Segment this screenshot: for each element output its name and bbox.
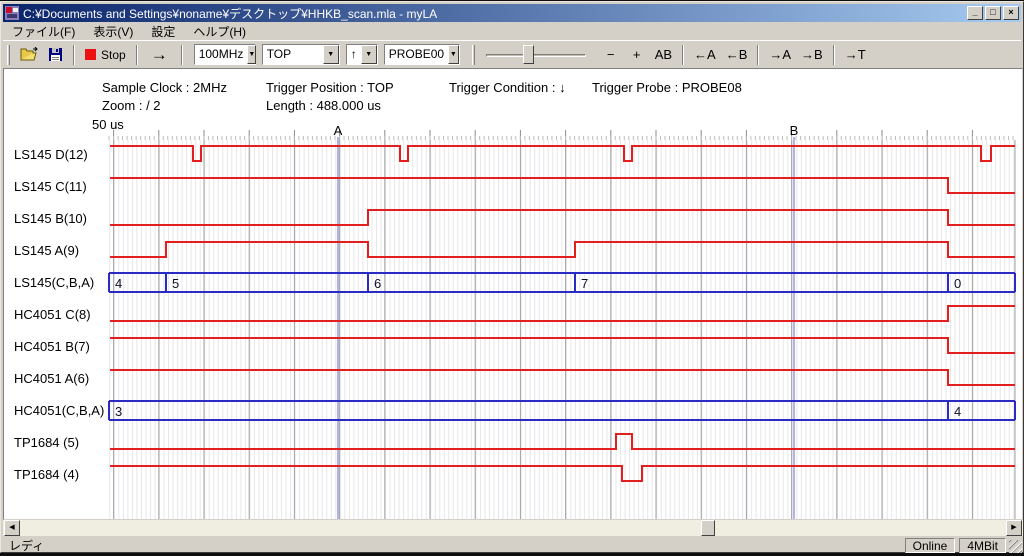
length-info: Length : 488.000 us [266,98,381,113]
scrollbar-thumb[interactable] [701,520,715,536]
stop-icon [85,49,96,60]
toolbar-grip[interactable] [472,45,475,65]
close-button[interactable]: × [1003,6,1019,20]
status-ready-text: レディ [3,537,901,554]
run-arrow-icon: → [151,46,168,63]
menu-help[interactable]: ヘルプ(H) [184,21,255,42]
trigger-edge-combo[interactable]: ↑ ▼ [346,44,378,65]
maximize-button[interactable]: □ [985,6,1001,20]
menu-file[interactable]: ファイル(F) [3,21,84,42]
svg-text:A: A [334,123,343,138]
sample-clock-value: 100MHz [195,45,248,64]
toolbar-separator [757,45,759,65]
zoom-slider[interactable] [486,43,586,67]
goto-trigger-button[interactable]: →T [840,43,871,67]
stop-label: Stop [101,48,126,62]
waveform-plot[interactable]: 50 us A B 4 5 6 7 0 3 4 [4,115,1023,520]
svg-text:7: 7 [581,276,588,291]
zoom-in-button[interactable]: + [624,43,650,67]
trigger-probe-value: PROBE00 [385,45,448,64]
svg-text:B: B [790,123,799,138]
app-icon [5,6,19,20]
goto-marker-a-button[interactable]: →A [764,43,796,67]
chevron-down-icon[interactable]: ▼ [448,45,459,64]
horizontal-scrollbar[interactable]: ◀ ▶ [3,520,1023,536]
trigger-position-info: Trigger Position : TOP [266,80,394,95]
trigger-position-value: TOP [263,45,295,64]
toolbar-separator [682,45,684,65]
online-status-badge: Online [905,538,956,553]
trigger-probe-combo[interactable]: PROBE00 ▼ [384,44,460,65]
resize-grip[interactable] [1009,540,1022,553]
scroll-left-icon[interactable]: ◀ [4,520,20,536]
menu-bar: ファイル(F) 表示(V) 設定 ヘルプ(H) [3,22,1021,40]
set-marker-b-button[interactable]: ←B [721,43,753,67]
scroll-right-icon[interactable]: ▶ [1006,520,1022,536]
svg-text:4: 4 [954,404,961,419]
open-file-button[interactable] [15,43,43,67]
waveform-client-area: Sample Clock : 2MHz Trigger Position : T… [3,68,1023,520]
trigger-edge-value: ↑ [347,45,361,64]
chevron-down-icon[interactable]: ▼ [247,45,256,64]
svg-text:5: 5 [172,276,179,291]
zoom-out-button[interactable]: − [598,43,624,67]
toolbar: Stop → 100MHz ▼ TOP ▼ ↑ ▼ PROBE00 ▼ − + [3,40,1021,68]
goto-marker-b-button[interactable]: →B [796,43,828,67]
toolbar-grip[interactable] [7,45,10,65]
window-title: C:¥Documents and Settings¥noname¥デスクトップ¥… [23,5,965,22]
toolbar-separator [833,45,835,65]
toolbar-separator [181,45,183,65]
svg-text:3: 3 [115,404,122,419]
ab-button[interactable]: AB [650,43,677,67]
sample-clock-combo[interactable]: 100MHz ▼ [194,44,256,65]
run-button[interactable]: → [143,43,176,67]
app-window: C:¥Documents and Settings¥noname¥デスクトップ¥… [0,1,1024,553]
toolbar-separator [73,45,75,65]
save-floppy-icon [48,47,63,62]
trigger-probe-info: Trigger Probe : PROBE08 [592,80,742,95]
zoom-slider-groove [486,54,586,57]
svg-text:0: 0 [954,276,961,291]
zoom-info: Zoom : / 2 [102,98,161,113]
svg-text:4: 4 [115,276,122,291]
zoom-slider-thumb[interactable] [523,45,534,64]
toolbar-separator [136,45,138,65]
chevron-down-icon[interactable]: ▼ [361,45,377,64]
memory-status-badge: 4MBit [959,538,1006,553]
title-bar[interactable]: C:¥Documents and Settings¥noname¥デスクトップ¥… [3,4,1021,22]
stop-button[interactable]: Stop [80,43,131,67]
trigger-position-combo[interactable]: TOP ▼ [262,44,340,65]
menu-settings[interactable]: 設定 [142,21,184,42]
save-button[interactable] [43,43,68,67]
status-bar: レディ Online 4MBit [3,537,1023,553]
svg-text:50 us: 50 us [92,117,124,132]
menu-view[interactable]: 表示(V) [84,21,142,42]
sample-clock-info: Sample Clock : 2MHz [102,80,227,95]
open-folder-icon [20,47,38,62]
minimize-button[interactable]: _ [967,6,983,20]
set-marker-a-button[interactable]: ←A [689,43,721,67]
trigger-condition-info: Trigger Condition : ↓ [449,80,566,95]
chevron-down-icon[interactable]: ▼ [323,45,339,64]
svg-text:6: 6 [374,276,381,291]
